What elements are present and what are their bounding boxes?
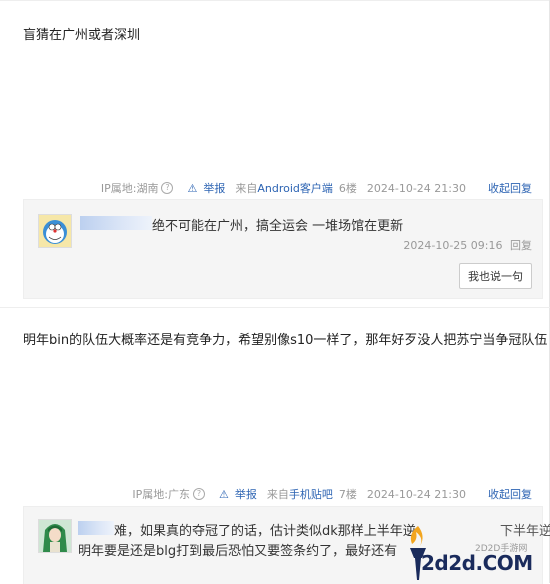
client-link[interactable]: 手机贴吧 — [289, 486, 333, 502]
watermark-big-text: 2d2d.COM — [421, 551, 533, 575]
reply-meta: 2024-10-25 09:16 回复 — [403, 237, 532, 253]
collapse-replies-button[interactable]: 收起回复 — [488, 180, 532, 196]
help-icon[interactable]: ? — [161, 182, 174, 194]
post-meta: IP属地:广东 ? ⚠ 举报 来自 手机贴吧 7楼 2024-10-24 21:3… — [128, 486, 532, 502]
report-button[interactable]: ⚠ 举报 — [215, 486, 257, 502]
client-prefix: 来自 — [266, 488, 289, 501]
report-label: 举报 — [234, 488, 257, 501]
post-content: 明年bin的队伍大概率还是有竞争力，希望别像s10一样了，那年好歹没人把苏宁当争… — [23, 333, 548, 348]
reply-content-line1: 难，如果真的夺冠了的话，估计类似dk那样上半年逆 — [114, 524, 416, 539]
reply-content-line2: 明年要是还是blg打到最后恐怕又要签条约了，最好还有 — [78, 544, 398, 559]
username-masked[interactable] — [80, 216, 152, 230]
floor-number: 7楼 — [338, 488, 357, 501]
report-button[interactable]: ⚠ 举报 — [183, 180, 225, 196]
username-masked[interactable] — [78, 521, 114, 535]
say-something-button[interactable]: 我也说一句 — [459, 263, 532, 289]
collapse-replies-button[interactable]: 收起回复 — [488, 486, 532, 502]
avatar[interactable] — [38, 214, 72, 248]
reply-time: 2024-10-25 09:16 — [403, 239, 503, 252]
client-prefix: 来自 — [235, 182, 258, 195]
warning-icon: ⚠ — [187, 181, 198, 195]
reply-content: 绝不可能在广州，搞全运会 一堆场馆在更新 — [152, 219, 404, 234]
post-divider — [0, 307, 550, 308]
doraemon-avatar-icon — [39, 215, 71, 247]
post-content: 盲猜在广州或者深圳 — [23, 28, 141, 43]
top-divider — [0, 0, 550, 1]
reply-button[interactable]: 回复 — [510, 239, 532, 252]
ip-location: IP属地:广东 — [132, 488, 190, 501]
help-icon[interactable]: ? — [193, 488, 205, 500]
post-time: 2024-10-24 21:30 — [366, 487, 466, 501]
client-link[interactable]: Android客户端 — [257, 180, 333, 196]
warning-icon: ⚠ — [219, 487, 229, 501]
report-label: 举报 — [203, 182, 226, 195]
post-time: 2024-10-24 21:30 — [366, 181, 466, 195]
ip-location: IP属地:湖南 — [100, 182, 159, 195]
post-meta: IP属地:湖南 ? ⚠ 举报 来自 Android客户端 6楼 2024-10-2… — [97, 180, 532, 196]
avatar[interactable] — [38, 519, 72, 553]
floor-number: 6楼 — [338, 182, 357, 195]
reply-box: 绝不可能在广州，搞全运会 一堆场馆在更新 2024-10-25 09:16 回复… — [23, 199, 543, 299]
anime-character-avatar-icon — [39, 520, 71, 552]
